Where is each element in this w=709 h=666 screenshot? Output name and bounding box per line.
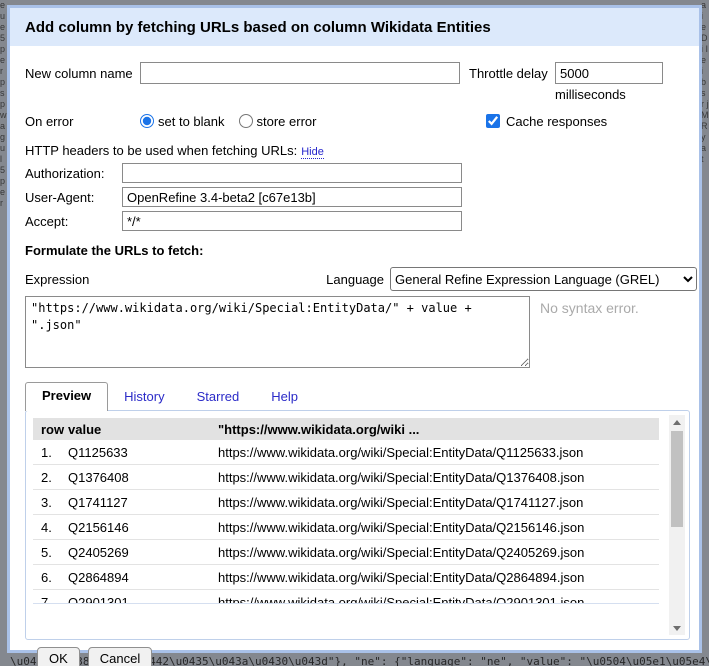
- scroll-down-arrow-icon[interactable]: [669, 621, 685, 635]
- expression-language-row: Expression Language General Refine Expre…: [25, 267, 697, 291]
- tab-preview[interactable]: Preview: [25, 382, 108, 411]
- throttle-delay-input[interactable]: [555, 62, 663, 84]
- cell-url: https://www.wikidata.org/wiki/Special:En…: [218, 545, 659, 560]
- cell-url: https://www.wikidata.org/wiki/Special:En…: [218, 470, 659, 485]
- table-row: 6.Q2864894https://www.wikidata.org/wiki/…: [33, 565, 659, 590]
- http-headers-row: HTTP headers to be used when fetching UR…: [25, 143, 697, 159]
- col-header-url: "https://www.wikidata.org/wiki ...: [218, 422, 659, 437]
- formulate-heading: Formulate the URLs to fetch:: [25, 243, 697, 258]
- cache-responses-group: Cache responses: [486, 114, 607, 129]
- dialog-body: New column name Throttle delay milliseco…: [10, 62, 699, 666]
- new-column-name-label: New column name: [25, 62, 140, 81]
- new-column-row: New column name Throttle delay milliseco…: [25, 62, 697, 102]
- row-index: 3.: [33, 495, 68, 510]
- authorization-input[interactable]: [122, 163, 462, 183]
- dialog-title: Add column by fetching URLs based on col…: [25, 19, 491, 36]
- dialog-footer: OK Cancel: [25, 640, 697, 666]
- add-column-fetch-urls-dialog: Add column by fetching URLs based on col…: [7, 5, 702, 653]
- accept-label: Accept:: [25, 214, 122, 229]
- on-error-options: set to blank store error: [140, 114, 316, 129]
- store-error-radio[interactable]: [239, 114, 253, 128]
- store-error-label: store error: [257, 114, 317, 129]
- new-column-name-input[interactable]: [140, 62, 460, 84]
- cache-responses-label: Cache responses: [506, 114, 607, 129]
- table-row: 4.Q2156146https://www.wikidata.org/wiki/…: [33, 515, 659, 540]
- cache-responses-checkbox[interactable]: [486, 114, 500, 128]
- cell-value: Q2864894: [68, 570, 218, 585]
- row-index: 6.: [33, 570, 68, 585]
- cell-value: Q2901301: [68, 595, 218, 605]
- syntax-status: No syntax error.: [540, 300, 639, 316]
- tab-bar: PreviewHistoryStarredHelp: [25, 382, 697, 410]
- user-agent-label: User-Agent:: [25, 190, 122, 205]
- http-headers-fields: Authorization: User-Agent: Accept:: [25, 163, 697, 231]
- throttle-delay-label: Throttle delay: [469, 62, 555, 81]
- preview-table: row value "https://www.wikidata.org/wiki…: [33, 418, 659, 604]
- preview-table-header: row value "https://www.wikidata.org/wiki…: [33, 418, 659, 440]
- authorization-row: Authorization:: [25, 163, 697, 183]
- expression-textarea[interactable]: "https://www.wikidata.org/wiki/Special:E…: [25, 296, 530, 368]
- table-row: 5.Q2405269https://www.wikidata.org/wiki/…: [33, 540, 659, 565]
- cancel-button[interactable]: Cancel: [88, 647, 152, 666]
- authorization-label: Authorization:: [25, 166, 122, 181]
- user-agent-input[interactable]: [122, 187, 462, 207]
- row-index: 1.: [33, 445, 68, 460]
- table-row: 7.Q2901301https://www.wikidata.org/wiki/…: [33, 590, 659, 604]
- cell-url: https://www.wikidata.org/wiki/Special:En…: [218, 520, 659, 535]
- table-row: 2.Q1376408https://www.wikidata.org/wiki/…: [33, 465, 659, 490]
- col-header-value: value: [68, 422, 218, 437]
- tab-starred[interactable]: Starred: [181, 384, 256, 410]
- row-index: 5.: [33, 545, 68, 560]
- expression-label: Expression: [25, 272, 326, 287]
- cell-value: Q2405269: [68, 545, 218, 560]
- language-select[interactable]: General Refine Expression Language (GREL…: [390, 267, 697, 291]
- row-index: 7.: [33, 595, 68, 605]
- background-page-right: a i e D i I e i b s r j M R y a t: [701, 0, 709, 666]
- set-to-blank-radio[interactable]: [140, 114, 154, 128]
- hide-headers-link[interactable]: Hide: [301, 146, 324, 159]
- ok-button[interactable]: OK: [37, 647, 80, 666]
- language-label: Language: [326, 272, 384, 287]
- on-error-row: On error set to blank store error Cache …: [25, 111, 697, 131]
- expression-area: "https://www.wikidata.org/wiki/Special:E…: [25, 296, 697, 373]
- scrollbar-thumb[interactable]: [671, 431, 683, 527]
- cell-url: https://www.wikidata.org/wiki/Special:En…: [218, 445, 659, 460]
- accept-row: Accept:: [25, 211, 697, 231]
- preview-table-body: 1.Q1125633https://www.wikidata.org/wiki/…: [33, 440, 659, 604]
- set-to-blank-label: set to blank: [158, 114, 225, 129]
- col-header-row: row: [33, 422, 68, 437]
- cell-url: https://www.wikidata.org/wiki/Special:En…: [218, 595, 659, 605]
- preview-panel: row value "https://www.wikidata.org/wiki…: [25, 410, 690, 640]
- on-error-label: On error: [25, 114, 140, 129]
- tab-history[interactable]: History: [108, 384, 180, 410]
- table-row: 3.Q1741127https://www.wikidata.org/wiki/…: [33, 490, 659, 515]
- throttle-unit-label: milliseconds: [555, 87, 663, 102]
- cell-value: Q1376408: [68, 470, 218, 485]
- cell-value: Q2156146: [68, 520, 218, 535]
- cell-value: Q1741127: [68, 495, 218, 510]
- cell-url: https://www.wikidata.org/wiki/Special:En…: [218, 495, 659, 510]
- dialog-title-bar: Add column by fetching URLs based on col…: [10, 8, 699, 46]
- row-index: 4.: [33, 520, 68, 535]
- accept-input[interactable]: [122, 211, 462, 231]
- tab-help[interactable]: Help: [255, 384, 314, 410]
- cell-value: Q1125633: [68, 445, 218, 460]
- cell-url: https://www.wikidata.org/wiki/Special:En…: [218, 570, 659, 585]
- throttle-group: milliseconds: [555, 62, 663, 102]
- scroll-up-arrow-icon[interactable]: [669, 415, 685, 429]
- preview-scrollbar[interactable]: [669, 415, 685, 635]
- http-headers-label: HTTP headers to be used when fetching UR…: [25, 143, 297, 158]
- table-row: 1.Q1125633https://www.wikidata.org/wiki/…: [33, 440, 659, 465]
- user-agent-row: User-Agent:: [25, 187, 697, 207]
- row-index: 2.: [33, 470, 68, 485]
